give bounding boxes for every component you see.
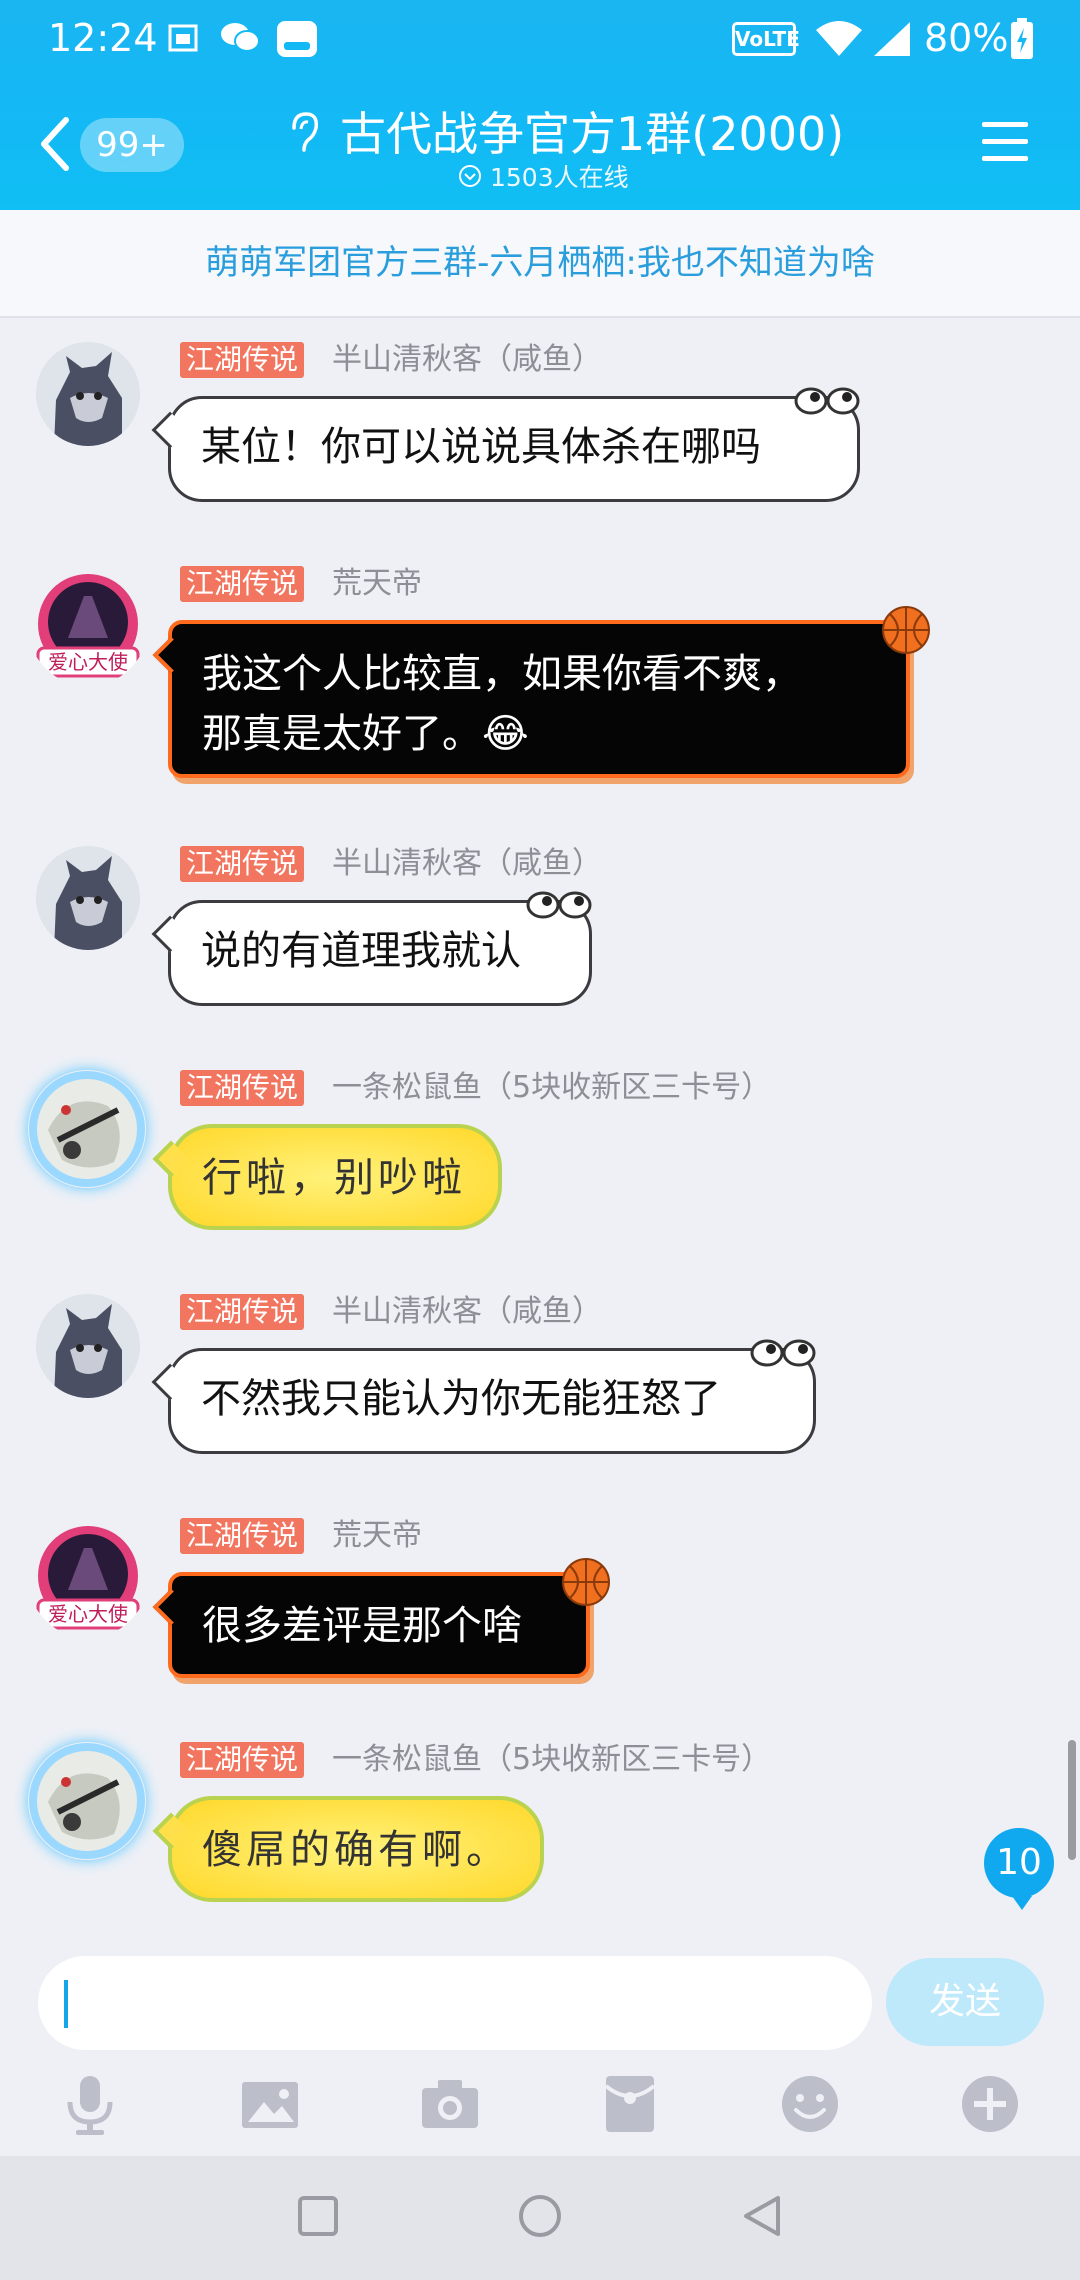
battery-icon	[1011, 18, 1033, 59]
emoji-icon[interactable]	[778, 2072, 842, 2136]
camera-icon[interactable]	[418, 2072, 482, 2136]
message-text: 很多差评是那个啥	[202, 1603, 522, 1649]
sender-name[interactable]: 一条松鼠鱼（5块收新区三卡号）	[332, 1070, 771, 1106]
basketball-icon	[562, 1558, 610, 1606]
eyes-decoration-icon	[794, 387, 860, 415]
image-icon[interactable]	[238, 2072, 302, 2136]
avatar[interactable]	[28, 1070, 146, 1188]
avatar[interactable]: 爱心大使	[28, 1518, 148, 1638]
svg-text:爱心大使: 爱心大使	[48, 1602, 128, 1626]
message-bubble[interactable]: 不然我只能认为你无能狂怒了	[151, 1339, 816, 1454]
gallery-icon	[277, 21, 317, 57]
online-count[interactable]: 1503人在线	[490, 158, 629, 194]
sender-name[interactable]: 半山清秋客（咸鱼）	[332, 342, 602, 378]
plus-icon[interactable]	[958, 2072, 1022, 2136]
send-button[interactable]: 发送	[886, 1958, 1044, 2046]
microphone-icon[interactable]	[58, 2072, 122, 2136]
back-button[interactable]	[36, 114, 76, 174]
status-time: 12:24	[48, 16, 158, 60]
title-badge: 江湖传说	[180, 1742, 305, 1778]
wifi-icon	[816, 21, 862, 56]
message-text: 某位！你可以说说具体杀在哪吗	[201, 424, 761, 470]
sender-name[interactable]: 半山清秋客（咸鱼）	[332, 1294, 602, 1330]
input-area: 发送	[0, 1932, 1080, 2156]
wechat-icon	[221, 23, 260, 52]
basketball-icon	[882, 606, 930, 654]
title-badge: 江湖传说	[180, 342, 305, 378]
sender-name[interactable]: 一条松鼠鱼（5块收新区三卡号）	[332, 1742, 771, 1778]
sender-name[interactable]: 荒天帝	[332, 566, 422, 602]
eyes-decoration-icon	[750, 1339, 816, 1367]
group-announcement[interactable]: 萌萌军团官方三群-六月栖栖:我也不知道为啥	[0, 210, 1080, 318]
svg-text:爱心大使: 爱心大使	[48, 650, 128, 674]
avatar[interactable]: 爱心大使	[28, 566, 148, 686]
avatar[interactable]	[36, 1294, 140, 1398]
message-bubble[interactable]: 很多差评是那个啥	[152, 1558, 610, 1678]
title-badge: 江湖传说	[180, 846, 305, 882]
text-cursor	[64, 1980, 68, 2028]
menu-button[interactable]	[980, 118, 1030, 166]
calendar-icon	[168, 24, 198, 52]
red-packet-icon[interactable]	[598, 2072, 662, 2136]
message-bubble[interactable]: 傻屌的确有啊。	[152, 1796, 544, 1902]
message-bubble[interactable]: 说的有道理我就认	[151, 891, 592, 1006]
bubble-tail	[151, 411, 189, 449]
avatar[interactable]	[28, 1742, 146, 1860]
new-messages-badge[interactable]: 10	[984, 1828, 1054, 1910]
sender-name[interactable]: 半山清秋客（咸鱼）	[332, 846, 602, 882]
title-badge: 江湖传说	[180, 566, 305, 602]
message-text: 傻屌的确有啊。	[202, 1827, 510, 1873]
message-bubble[interactable]: 我这个人比较直，如果你看不爽， 那真是太好了。😂	[152, 606, 930, 778]
bubble-tail	[152, 1140, 190, 1178]
message-input[interactable]	[38, 1956, 872, 2050]
scrollbar[interactable]	[1068, 1740, 1076, 1860]
system-navigation-bar	[0, 2156, 1080, 2280]
bubble-tail	[152, 1588, 190, 1626]
status-bar: 12:24 VoLTE 80%	[0, 0, 1080, 80]
chevron-down-circle-icon	[459, 165, 481, 187]
unread-count-badge[interactable]: 99+	[80, 118, 184, 172]
recents-button[interactable]	[294, 2192, 342, 2240]
bubble-tail	[151, 1363, 189, 1401]
home-button[interactable]	[516, 2192, 564, 2240]
avatar[interactable]	[36, 846, 140, 950]
chat-header: 12:24 VoLTE 80% 99+ 古代战争官方1群(2000) 1503人…	[0, 0, 1080, 210]
title-badge: 江湖传说	[180, 1294, 305, 1330]
eyes-decoration-icon	[526, 891, 592, 919]
message-text: 不然我只能认为你无能狂怒了	[201, 1376, 721, 1422]
bubble-tail	[151, 915, 189, 953]
message-text: 那真是太好了。😂	[202, 711, 529, 757]
signal-icon	[874, 22, 910, 56]
avatar[interactable]	[36, 342, 140, 446]
message-text: 行啦，别吵啦	[202, 1155, 466, 1201]
message-text: 说的有道理我就认	[201, 928, 521, 974]
group-title[interactable]: 古代战争官方1群(2000)	[340, 98, 844, 164]
title-badge: 江湖传说	[180, 1518, 305, 1554]
sender-name[interactable]: 荒天帝	[332, 1518, 422, 1554]
back-nav-button[interactable]	[738, 2192, 786, 2240]
message-text: 我这个人比较直，如果你看不爽，	[202, 651, 802, 697]
bubble-tail	[152, 1812, 190, 1850]
message-bubble[interactable]: 某位！你可以说说具体杀在哪吗	[151, 387, 860, 502]
title-badge: 江湖传说	[180, 1070, 305, 1106]
message-bubble[interactable]: 行啦，别吵啦	[152, 1124, 502, 1230]
bubble-tail	[152, 636, 190, 674]
ear-icon[interactable]	[286, 110, 322, 154]
battery-percent: 80%	[924, 16, 1009, 60]
volte-icon: VoLTE	[732, 22, 800, 56]
